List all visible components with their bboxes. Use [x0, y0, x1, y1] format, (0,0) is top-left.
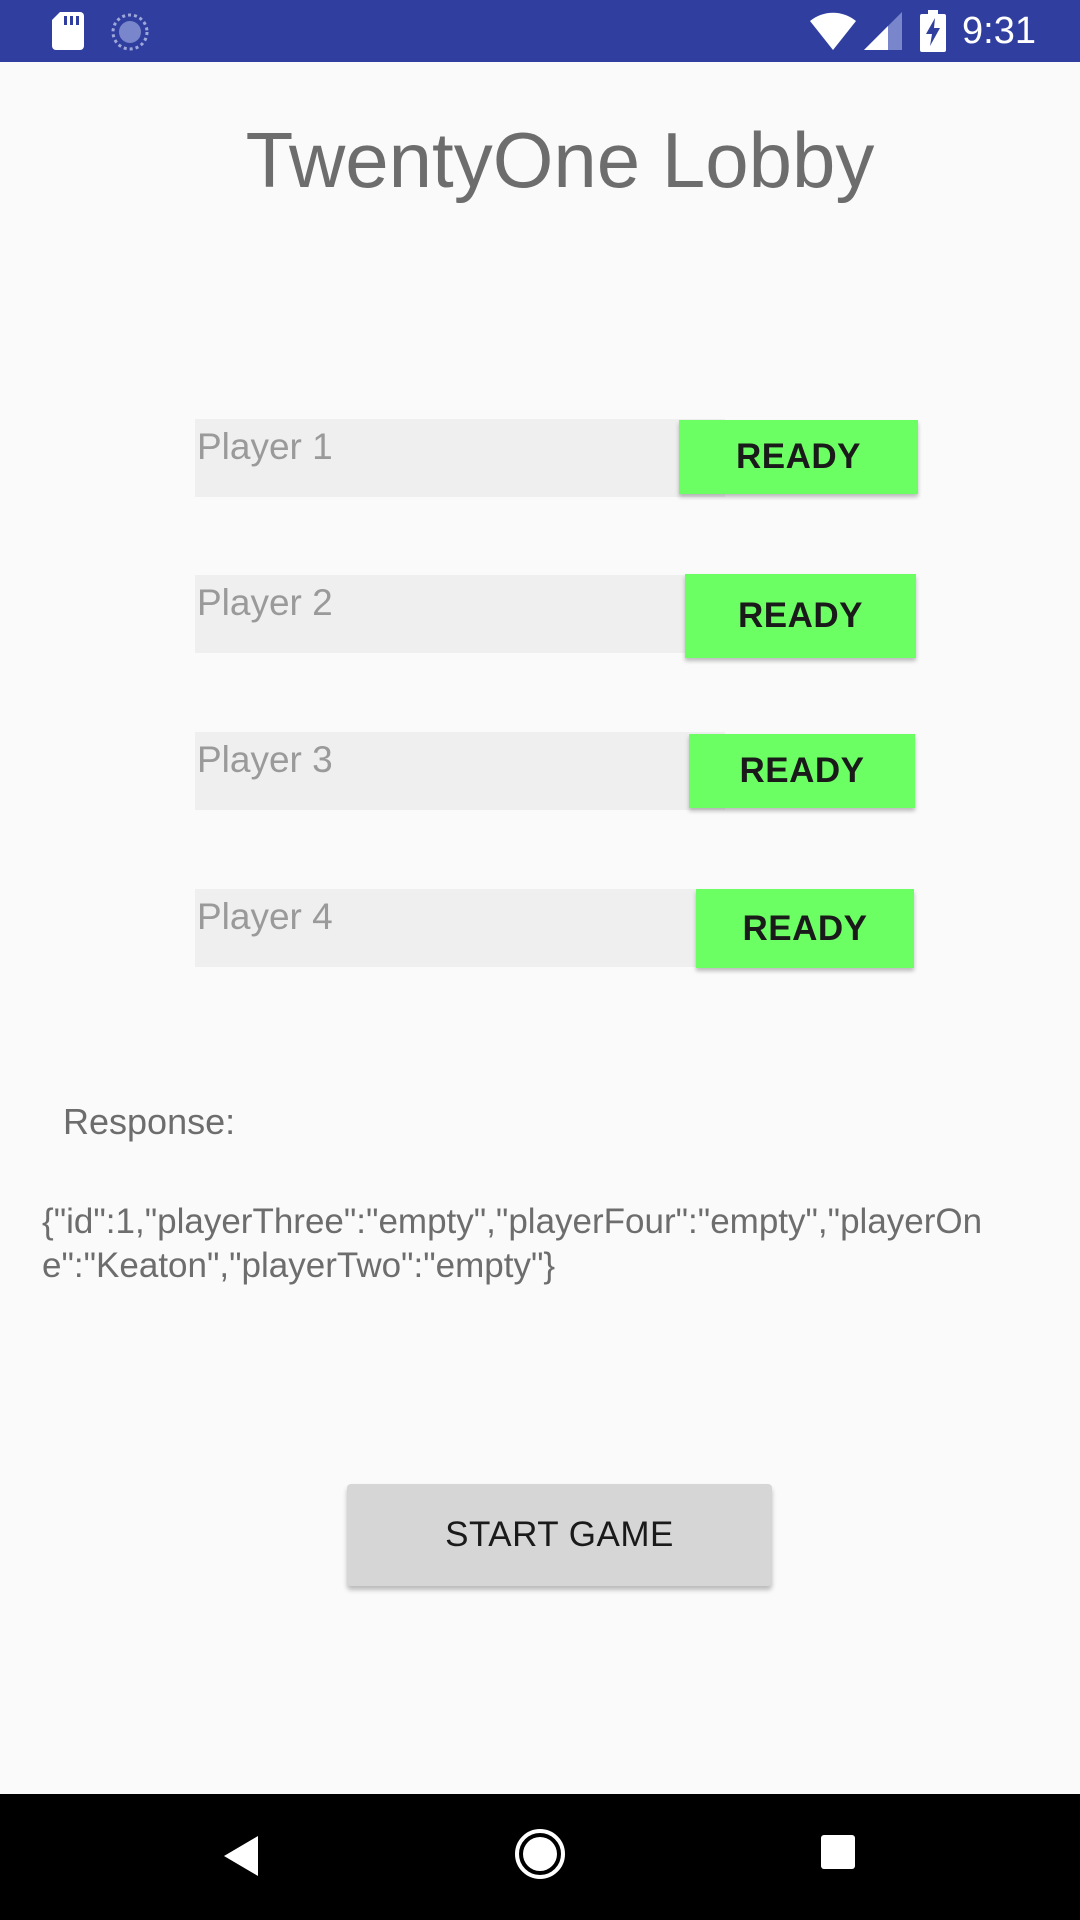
player-4-ready-button[interactable]: READY [696, 889, 914, 968]
back-icon[interactable] [222, 1834, 260, 1878]
sd-card-icon [52, 12, 84, 50]
player-2-field[interactable] [195, 575, 725, 653]
recents-icon[interactable] [821, 1835, 855, 1869]
player-1-ready-button[interactable]: READY [679, 420, 918, 494]
player-1-field[interactable] [195, 419, 725, 497]
wifi-icon [810, 12, 856, 50]
sync-icon [111, 13, 149, 51]
player-3-field[interactable] [195, 732, 725, 810]
navigation-bar [0, 1794, 1080, 1920]
player-3-ready-button[interactable]: READY [689, 734, 915, 808]
player-2-ready-button[interactable]: READY [685, 574, 916, 658]
home-icon[interactable] [514, 1828, 566, 1880]
response-text: {"id":1,"playerThree":"empty","playerFou… [42, 1202, 983, 1285]
player-4-field[interactable] [195, 889, 725, 967]
signal-icon [864, 12, 902, 50]
start-game-button[interactable]: START GAME [347, 1484, 772, 1586]
page-title: TwentyOne Lobby [245, 116, 875, 204]
status-bar: 9:31 [0, 0, 1080, 62]
status-clock: 9:31 [962, 10, 1036, 52]
battery-charging-icon [920, 10, 946, 52]
response-label: Response: [63, 1101, 236, 1142]
